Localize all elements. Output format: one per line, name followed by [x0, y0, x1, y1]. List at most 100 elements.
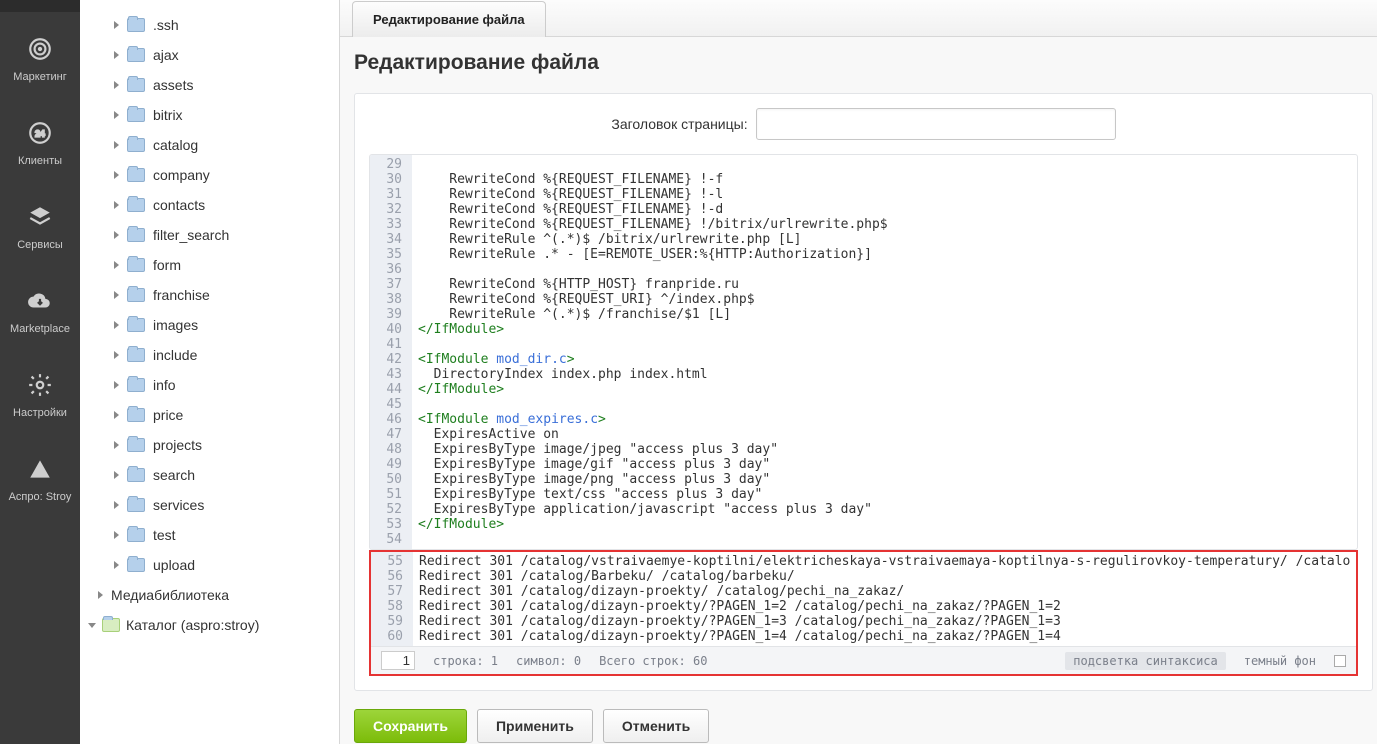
- folder-icon: [127, 168, 145, 182]
- folder-icon: [127, 108, 145, 122]
- target-icon: [27, 36, 53, 65]
- code-area[interactable]: Redirect 301 /catalog/vstraivaemye-kopti…: [413, 552, 1356, 646]
- tab-edit-file[interactable]: Редактирование файла: [352, 1, 546, 37]
- chevron-right-icon: [114, 561, 119, 569]
- nav-triangle[interactable]: Аспро: Stroy: [9, 444, 72, 516]
- tree-item-projects[interactable]: projects: [80, 430, 339, 460]
- tree-item-services[interactable]: services: [80, 490, 339, 520]
- chevron-right-icon: [114, 441, 119, 449]
- tree-item-label: bitrix: [153, 107, 183, 123]
- chevron-right-icon: [114, 231, 119, 239]
- tree-item-label: Каталог (aspro:stroy): [126, 617, 259, 633]
- tree-item-bitrix[interactable]: bitrix: [80, 100, 339, 130]
- folder-icon: [127, 258, 145, 272]
- nav-layers[interactable]: Сервисы: [9, 192, 72, 264]
- chevron-right-icon: [114, 111, 119, 119]
- tree-item-test[interactable]: test: [80, 520, 339, 550]
- tree-item-assets[interactable]: assets: [80, 70, 339, 100]
- page-title: Редактирование файла: [354, 51, 1377, 75]
- nav-cloud[interactable]: Marketplace: [9, 276, 72, 348]
- code-editor[interactable]: 2930313233343536373839404142434445464748…: [369, 154, 1358, 550]
- folder-tree[interactable]: .ssh ajax assets bitrix catalog company contac…: [80, 0, 340, 744]
- tree-item-filter_search[interactable]: filter_search: [80, 220, 339, 250]
- folder-icon: [127, 228, 145, 242]
- gear-icon: [27, 372, 53, 401]
- chevron-right-icon: [98, 591, 103, 599]
- title-field-label: Заголовок страницы:: [611, 116, 747, 132]
- chevron-right-icon: [114, 351, 119, 359]
- main-nav-rail: Маркетинг 24 Клиенты Сервисы Marketplace Наст…: [0, 0, 80, 744]
- tree-item-label: images: [153, 317, 198, 333]
- tab-bar: Редактирование файла: [340, 0, 1377, 37]
- goto-line-input[interactable]: [381, 651, 415, 670]
- folder-icon: [127, 498, 145, 512]
- chevron-right-icon: [114, 51, 119, 59]
- tree-item-franchise[interactable]: franchise: [80, 280, 339, 310]
- folder-icon: [127, 18, 145, 32]
- tree-item-media[interactable]: Медиабиблиотека: [80, 580, 339, 610]
- folder-icon: [127, 348, 145, 362]
- chevron-right-icon: [114, 291, 119, 299]
- tree-item-company[interactable]: company: [80, 160, 339, 190]
- nav-target[interactable]: Маркетинг: [9, 24, 72, 96]
- tree-item-label: include: [153, 347, 197, 363]
- save-button[interactable]: Сохранить: [354, 709, 467, 743]
- folder-icon: [127, 288, 145, 302]
- tree-item-info[interactable]: info: [80, 370, 339, 400]
- nav-label: Аспро: Stroy: [9, 491, 72, 503]
- chevron-right-icon: [114, 531, 119, 539]
- chevron-down-icon: [88, 623, 96, 628]
- tree-item-.ssh[interactable]: .ssh: [80, 10, 339, 40]
- code-area[interactable]: RewriteCond %{REQUEST_FILENAME} !-f Rewr…: [412, 155, 1357, 549]
- chevron-right-icon: [114, 261, 119, 269]
- tree-item-contacts[interactable]: contacts: [80, 190, 339, 220]
- folder-icon: [127, 528, 145, 542]
- layers-icon: [27, 204, 53, 233]
- line-gutter: 2930313233343536373839404142434445464748…: [370, 155, 412, 549]
- tree-item-form[interactable]: form: [80, 250, 339, 280]
- folder-icon: [127, 78, 145, 92]
- tree-item-label: test: [153, 527, 176, 543]
- status-total: Всего строк: 60: [599, 654, 707, 668]
- chevron-right-icon: [114, 201, 119, 209]
- chevron-right-icon: [114, 81, 119, 89]
- cancel-button[interactable]: Отменить: [603, 709, 709, 743]
- syntax-highlight-hint[interactable]: подсветка синтаксиса: [1065, 652, 1226, 670]
- nav-label: Настройки: [13, 407, 67, 419]
- chevron-right-icon: [114, 21, 119, 29]
- nav-label: Маркетинг: [13, 71, 66, 83]
- tree-item-images[interactable]: images: [80, 310, 339, 340]
- tree-item-upload[interactable]: upload: [80, 550, 339, 580]
- folder-icon: [127, 468, 145, 482]
- nav-gear[interactable]: Настройки: [9, 360, 72, 432]
- main-panel: Редактирование файла Редактирование файл…: [340, 0, 1377, 744]
- tree-item-price[interactable]: price: [80, 400, 339, 430]
- dark-theme-checkbox[interactable]: [1334, 655, 1346, 667]
- tree-item-label: ajax: [153, 47, 179, 63]
- tree-item-label: assets: [153, 77, 193, 93]
- tree-item-search[interactable]: search: [80, 460, 339, 490]
- top-bar-stub: [0, 0, 80, 12]
- chevron-right-icon: [114, 411, 119, 419]
- svg-text:24: 24: [35, 129, 45, 139]
- title-input[interactable]: [756, 108, 1116, 140]
- tree-item-label: info: [153, 377, 176, 393]
- tree-item-include[interactable]: include: [80, 340, 339, 370]
- line-gutter: 555657585960: [371, 552, 413, 646]
- redirect-highlight-box: 555657585960 Redirect 301 /catalog/vstra…: [369, 550, 1358, 676]
- tree-item-ajax[interactable]: ajax: [80, 40, 339, 70]
- tree-item-catalog-aspro[interactable]: Каталог (aspro:stroy): [80, 610, 339, 640]
- tree-item-label: form: [153, 257, 181, 273]
- nav-label: Клиенты: [18, 155, 62, 167]
- chevron-right-icon: [114, 381, 119, 389]
- tree-item-label: company: [153, 167, 210, 183]
- folder-icon: [127, 438, 145, 452]
- nav-clock24[interactable]: 24 Клиенты: [9, 108, 72, 180]
- tree-item-catalog[interactable]: catalog: [80, 130, 339, 160]
- dark-theme-label: темный фон: [1244, 654, 1316, 668]
- chevron-right-icon: [114, 471, 119, 479]
- apply-button[interactable]: Применить: [477, 709, 593, 743]
- triangle-icon: [27, 456, 53, 485]
- tree-item-label: franchise: [153, 287, 210, 303]
- editor-status-bar: строка: 1 символ: 0 Всего строк: 60 подс…: [371, 646, 1356, 674]
